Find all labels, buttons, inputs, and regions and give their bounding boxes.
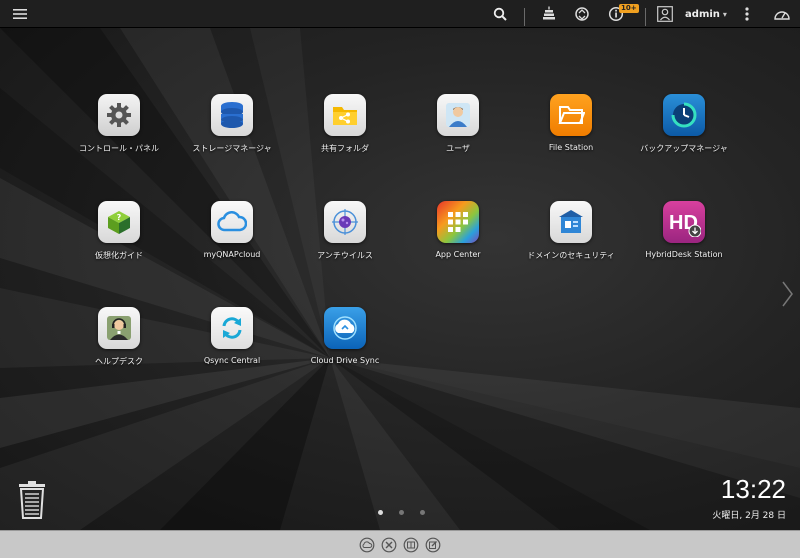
- app-grid-icon: [437, 201, 479, 243]
- app-label: ユーザ: [446, 144, 470, 153]
- kebab-menu-icon: [745, 7, 749, 21]
- speedometer-icon: [774, 11, 790, 20]
- cloud-circle-icon: [359, 537, 375, 553]
- cloud-sync-icon: [324, 307, 366, 349]
- search-button[interactable]: [490, 0, 510, 28]
- app-myqnapcloud[interactable]: myQNAPcloud: [177, 201, 287, 291]
- app-antivirus[interactable]: アンチウイルス: [290, 201, 400, 291]
- app-virtualization-guide[interactable]: ? 仮想化ガイド: [64, 201, 174, 291]
- app-label: File Station: [548, 143, 594, 152]
- app-label: App Center: [435, 250, 481, 259]
- hamburger-icon: [13, 9, 27, 19]
- app-label: ドメインのセキュリティ: [527, 251, 615, 260]
- stack-tasks-icon: [543, 6, 555, 20]
- columns-icon: [403, 537, 419, 553]
- app-app-center[interactable]: App Center: [403, 201, 513, 291]
- tools-icon: [381, 537, 397, 553]
- next-page-button[interactable]: [780, 280, 794, 312]
- app-label: アンチウイルス: [317, 251, 373, 260]
- sync-icon: [211, 307, 253, 349]
- database-icon: [211, 94, 253, 136]
- chevron-right-icon: [782, 281, 793, 307]
- app-label: myQNAPcloud: [203, 250, 261, 259]
- sync-devices-icon: [575, 7, 589, 21]
- domain-security-icon: [550, 201, 592, 243]
- clock-time: 13:22: [720, 474, 786, 504]
- user-avatar-button[interactable]: [654, 0, 676, 28]
- app-cloud-drive-sync[interactable]: Cloud Drive Sync: [290, 307, 400, 397]
- dashboard-button[interactable]: [770, 0, 794, 28]
- search-icon: [493, 7, 507, 21]
- svg-text:?: ?: [117, 213, 122, 222]
- app-label: コントロール・パネル: [79, 144, 159, 153]
- trash-icon: [19, 481, 45, 519]
- app-shared-folders[interactable]: 共有フォルダ: [290, 94, 400, 184]
- headset-person-icon: [98, 307, 140, 349]
- app-qsync-central[interactable]: Qsync Central: [177, 307, 287, 397]
- app-hybriddesk-station[interactable]: HD HybridDesk Station: [629, 201, 739, 291]
- app-label: 仮想化ガイド: [95, 251, 143, 260]
- dock-apps-button[interactable]: [403, 537, 419, 553]
- page-dot-3[interactable]: [420, 510, 425, 515]
- topbar-separator: [524, 8, 525, 26]
- app-label: ヘルプデスク: [95, 357, 143, 366]
- main-menu-button[interactable]: [10, 0, 30, 28]
- hd-station-icon: HD: [663, 201, 705, 243]
- dock-feedback-button[interactable]: [425, 537, 441, 553]
- app-users[interactable]: ユーザ: [403, 94, 513, 184]
- backup-clock-icon: [663, 94, 705, 136]
- gear-icon: [98, 94, 140, 136]
- edit-note-icon: [425, 537, 441, 553]
- shared-folder-icon: [324, 94, 366, 136]
- folder-icon: [550, 94, 592, 136]
- dock-tools-button[interactable]: [381, 537, 397, 553]
- app-label: 共有フォルダ: [321, 144, 369, 153]
- page-dot-2[interactable]: [399, 510, 404, 515]
- user-menu[interactable]: admin ▾: [682, 0, 730, 28]
- dock-myqnapcloud-button[interactable]: [359, 537, 375, 553]
- cloud-icon: [211, 201, 253, 243]
- topbar-separator: [645, 8, 646, 26]
- app-control-panel[interactable]: コントロール・パネル: [64, 94, 174, 184]
- recycle-bin[interactable]: [16, 480, 48, 520]
- app-label: HybridDesk Station: [645, 250, 723, 259]
- user-name: admin: [685, 8, 720, 20]
- app-label: Cloud Drive Sync: [310, 356, 380, 365]
- antivirus-icon: [324, 201, 366, 243]
- page-dot-1[interactable]: [378, 510, 383, 515]
- notification-badge: 10+: [619, 4, 639, 13]
- app-label: バックアップマネージャ: [640, 144, 728, 153]
- user-icon: [437, 94, 479, 136]
- external-device-button[interactable]: [571, 0, 593, 28]
- app-label: ストレージマネージャ: [192, 144, 272, 153]
- app-helpdesk[interactable]: ヘルプデスク: [64, 307, 174, 397]
- bottom-dock: [0, 530, 800, 558]
- app-label: Qsync Central: [203, 356, 261, 365]
- app-storage-manager[interactable]: ストレージマネージャ: [177, 94, 287, 184]
- clock-date: 火曜日, 2月 28 日: [712, 511, 786, 521]
- user-avatar-icon: [657, 6, 673, 22]
- options-button[interactable]: [740, 0, 754, 28]
- app-domain-security[interactable]: ドメインのセキュリティ: [516, 201, 626, 291]
- virtual-cube-icon: ?: [98, 201, 140, 243]
- app-backup-manager[interactable]: バックアップマネージャ: [629, 94, 739, 184]
- top-bar: 10+ admin ▾: [0, 0, 800, 28]
- app-file-station[interactable]: File Station: [516, 94, 626, 184]
- background-tasks-button[interactable]: [538, 0, 560, 28]
- chevron-down-icon: ▾: [722, 9, 727, 19]
